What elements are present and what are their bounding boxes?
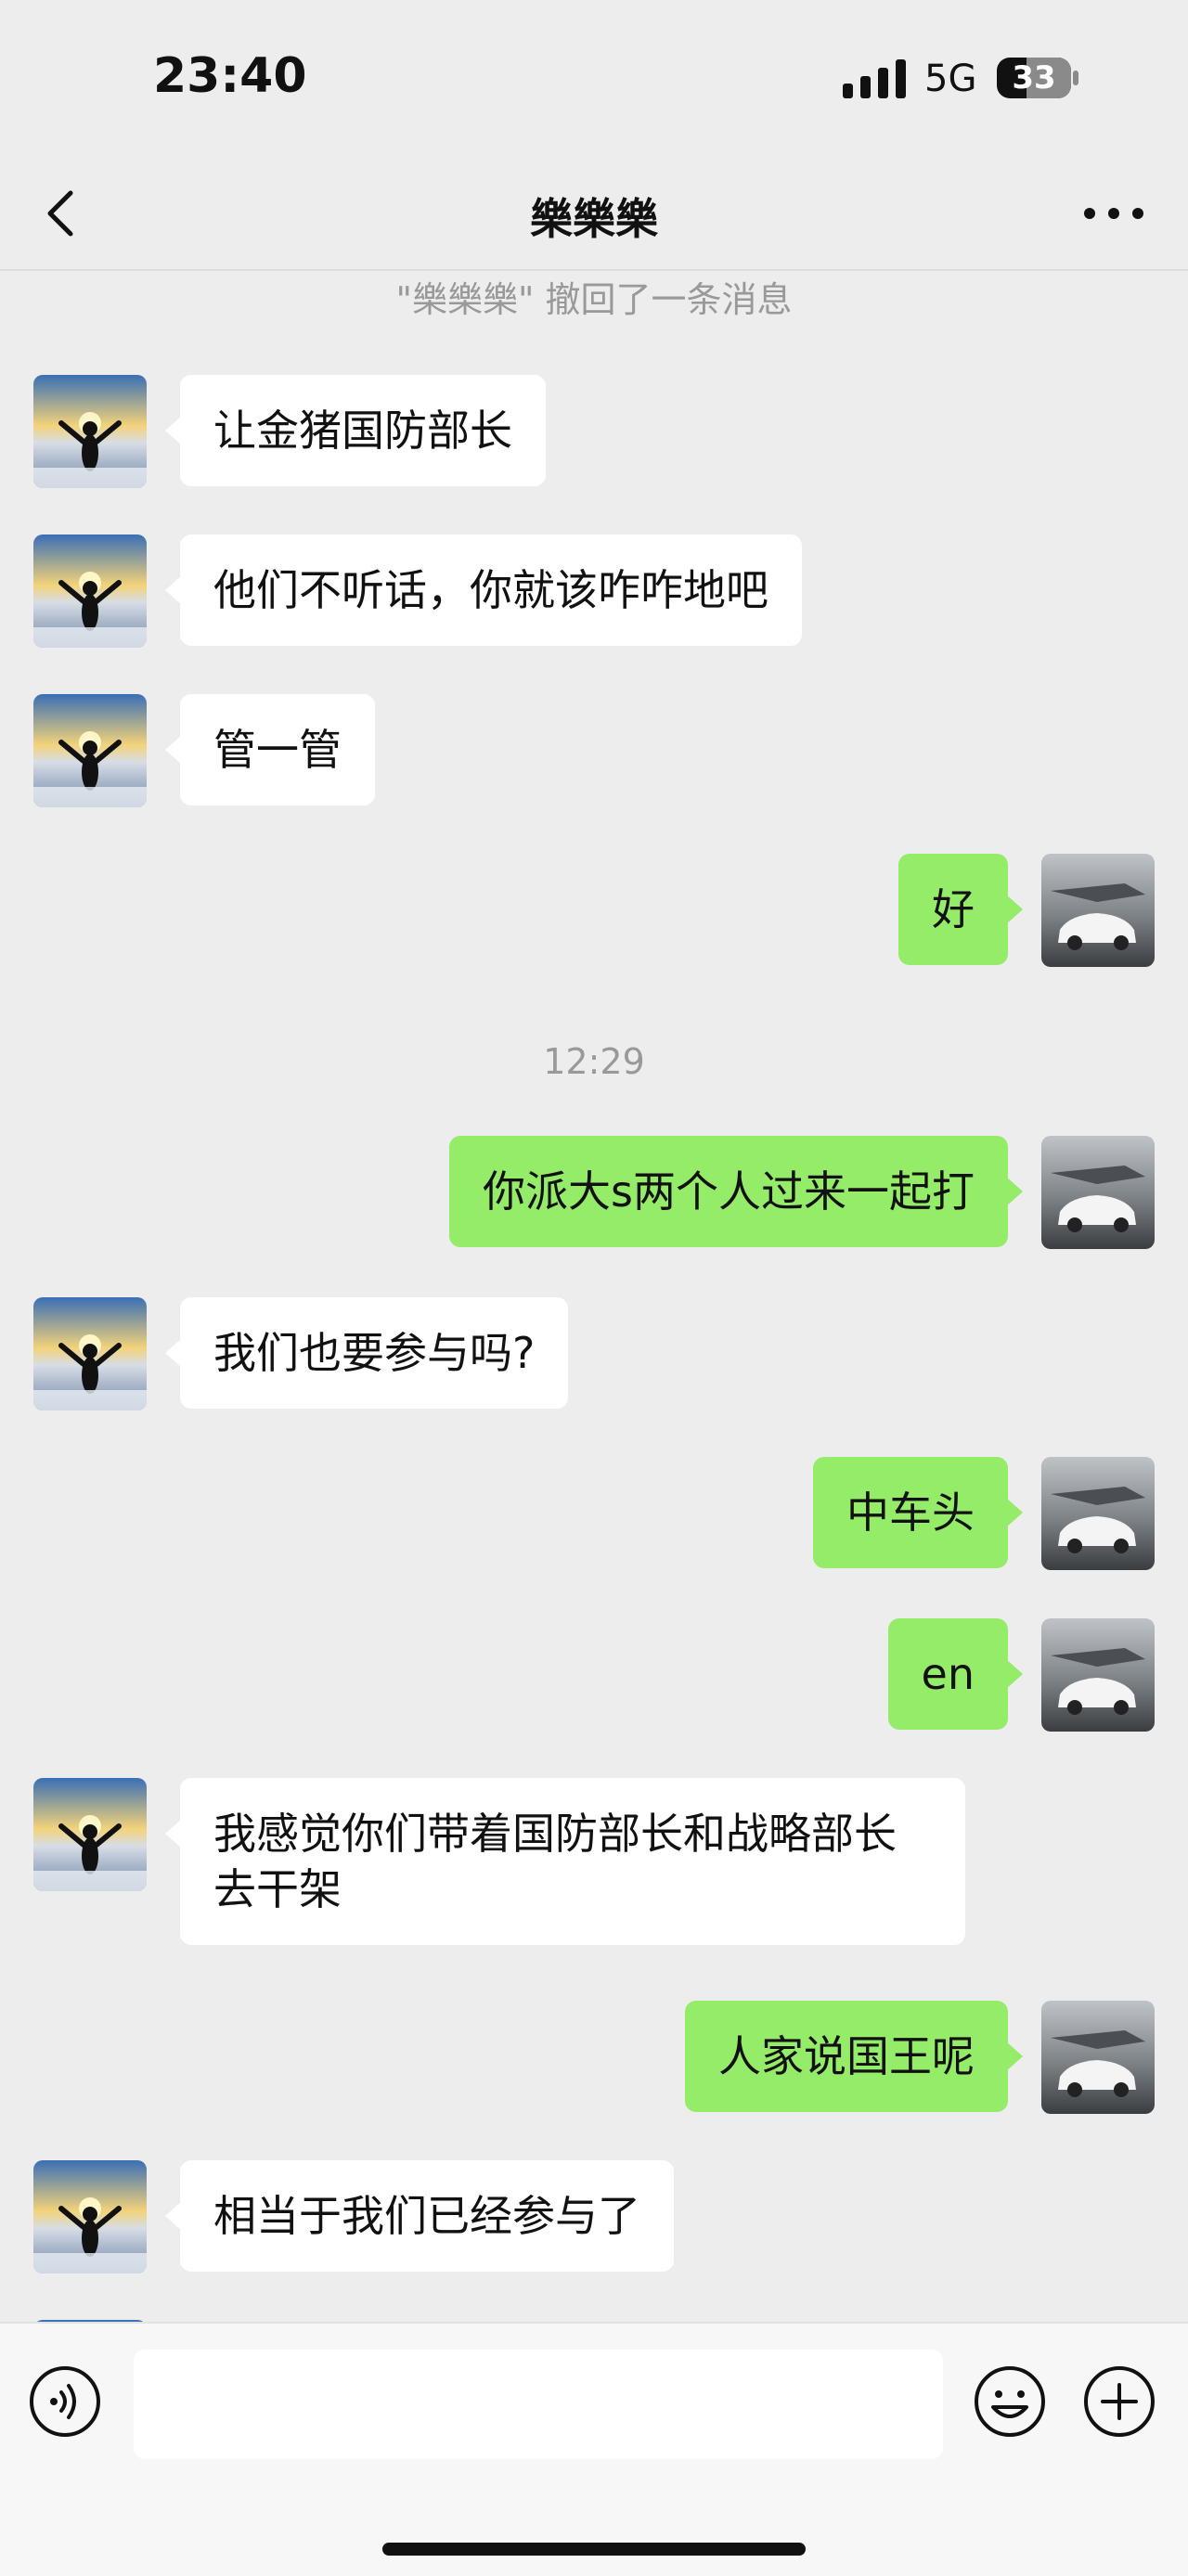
contact-avatar[interactable] xyxy=(33,535,147,648)
message-bubble[interactable]: 中车头 xyxy=(813,1457,1023,1568)
message-bubble[interactable]: 我感觉你们带着国防部长和战略部长去干架 xyxy=(165,1778,965,1945)
network-label: 5G xyxy=(924,58,977,100)
message-bubble[interactable]: 让金猪国防部长 xyxy=(165,375,546,486)
status-bar: 23:40 5G 33 xyxy=(0,0,1188,158)
battery-level: 33 xyxy=(1012,59,1056,97)
message-bubble[interactable]: 你派大s两个人过来一起打 xyxy=(449,1136,1023,1247)
signal-icon xyxy=(843,58,908,98)
contact-avatar[interactable] xyxy=(33,1297,147,1410)
nav-bar: 樂樂樂 xyxy=(0,158,1188,271)
contact-avatar[interactable] xyxy=(33,2160,147,2273)
recall-notice: "樂樂樂" 撤回了一条消息 xyxy=(395,279,793,320)
contact-avatar[interactable] xyxy=(33,375,147,488)
message-bubble[interactable]: 他们不听话，你就该咋咋地吧 xyxy=(165,535,802,646)
emoji-icon xyxy=(975,2366,1045,2437)
user-avatar[interactable] xyxy=(1041,854,1155,967)
plus-button[interactable] xyxy=(1082,2364,1156,2439)
user-avatar[interactable] xyxy=(1041,2001,1155,2114)
message-bubble[interactable]: 我们也要参与吗? xyxy=(164,1297,569,1409)
more-button[interactable] xyxy=(1077,195,1151,232)
timestamp: 12:29 xyxy=(543,1041,645,1082)
battery-icon: 33 xyxy=(997,58,1080,98)
chat-title: 樂樂樂 xyxy=(530,194,658,244)
message-bubble[interactable]: 相当于我们已经参与了 xyxy=(165,2160,674,2272)
user-avatar[interactable] xyxy=(1041,1457,1155,1570)
contact-avatar[interactable] xyxy=(33,694,147,807)
message-input[interactable] xyxy=(134,2350,943,2459)
voice-icon xyxy=(30,2366,100,2437)
message-bubble[interactable]: 好 xyxy=(898,854,1023,965)
emoji-button[interactable] xyxy=(973,2364,1047,2439)
message-bubble[interactable]: en xyxy=(887,1618,1024,1730)
message-bubble[interactable]: 管一管 xyxy=(165,694,375,805)
home-indicator xyxy=(382,2543,806,2556)
status-time: 23:40 xyxy=(153,48,307,104)
voice-button[interactable] xyxy=(28,2364,102,2439)
contact-avatar[interactable] xyxy=(33,1778,147,1891)
user-avatar[interactable] xyxy=(1041,1618,1155,1732)
plus-icon xyxy=(1084,2366,1155,2437)
chat-area[interactable]: "樂樂樂" 撤回了一条消息 让金猪国防部长 他们不听话，你就该咋咋地吧 管一管 … xyxy=(0,271,1188,2322)
input-bar xyxy=(0,2322,1188,2576)
more-dots-icon xyxy=(1084,208,1143,219)
message-bubble[interactable]: 人家说国王呢 xyxy=(685,2001,1023,2112)
user-avatar[interactable] xyxy=(1041,1136,1155,1249)
